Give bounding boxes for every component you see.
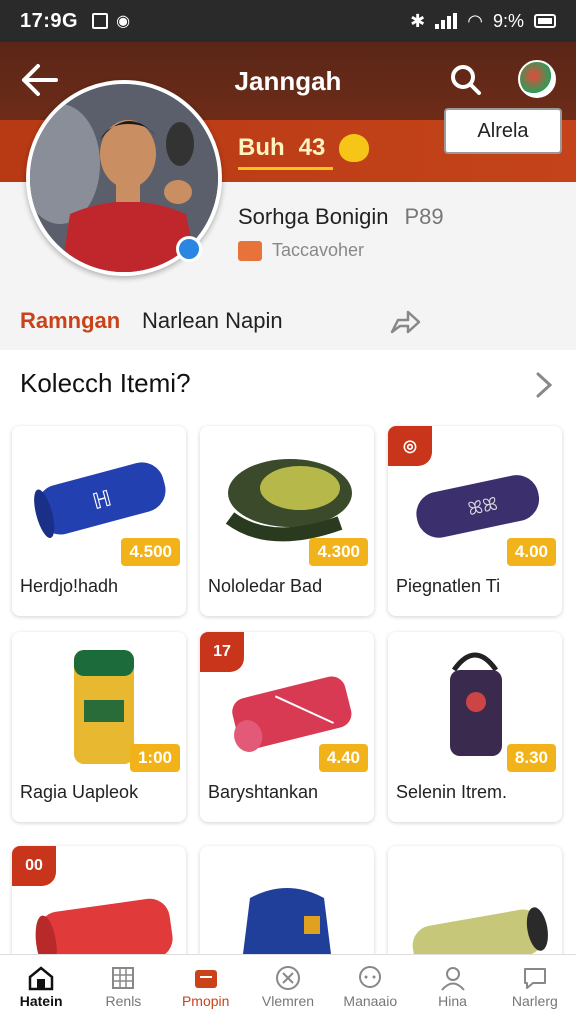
message-icon (523, 968, 546, 989)
notification-icon (92, 13, 109, 29)
nav-item-shop[interactable]: Pmopin (165, 955, 247, 1024)
item-price: 1:00 (129, 744, 180, 772)
share-icon[interactable] (388, 304, 422, 338)
compass-icon (275, 966, 300, 990)
avatar-icon[interactable] (518, 60, 556, 98)
wifi-icon: ◠ (467, 10, 483, 31)
item-price: 4.500 (121, 538, 180, 566)
item-name: Ragia Uapleok (20, 782, 139, 802)
nav-item-home[interactable]: Hatein (0, 955, 82, 1024)
battery-icon (534, 14, 556, 28)
signal-icon (435, 13, 458, 29)
item-card[interactable]: 8.30 Selenin Itrem. (388, 632, 562, 822)
item-name: Piegnatlen Ti (396, 576, 501, 596)
coin-counter: Buh 43 (238, 134, 370, 170)
chevron-right-icon[interactable] (534, 370, 554, 400)
verified-icon (176, 236, 202, 262)
grid-icon (112, 967, 135, 989)
item-name: Baryshtankan (208, 782, 319, 802)
follow-button[interactable]: Alrela (444, 108, 562, 154)
nav-label: Hatein (19, 993, 63, 1009)
app-screen: 17:9G ◉ ✱ ◠ 9:% Janngah Buh 43 Sorhga Bo… (0, 0, 576, 1024)
item-card[interactable]: 1:00 Ragia Uapleok (12, 632, 186, 822)
nav-label: Hina (438, 993, 467, 1009)
nav-item-compass[interactable]: Vlemren (247, 955, 329, 1024)
item-card[interactable]: 4.300 Nololedar Bad (200, 426, 374, 616)
nav-label: Manaaio (343, 993, 398, 1009)
nav-label: Vlemren (261, 993, 315, 1009)
nav-label: Narlerg (511, 993, 558, 1009)
section-title: Kolecch Itemi? (20, 368, 191, 398)
nav-item-user[interactable]: Hina (411, 955, 493, 1024)
box-icon (238, 240, 262, 261)
coin-label: Buh (238, 134, 285, 161)
status-bar: 17:9G ◉ ✱ ◠ 9:% (0, 0, 576, 42)
user-icon (440, 967, 465, 991)
chat-icon (359, 966, 382, 988)
bottom-nav: Hatein Renls Pmopin Vlemren Manaaio Hina… (0, 954, 576, 1024)
shop-icon (194, 970, 217, 988)
item-price: 8.30 (506, 744, 556, 772)
nav-item-chat[interactable]: Manaaio (329, 955, 411, 1024)
heart-icon[interactable] (339, 134, 370, 162)
item-card[interactable]: ℍ 4.500 Herdjo!hadh (12, 426, 186, 616)
item-card[interactable]: ◎ ꕤꕤ 4.00 Piegnatlen Ti (388, 426, 562, 616)
item-price: 4.40 (318, 744, 368, 772)
tab-active[interactable]: Ramngan (20, 308, 120, 334)
profile-name: Sorhga Bonigin (238, 204, 389, 229)
status-time: 17:9G (20, 9, 79, 32)
item-name: Nololedar Bad (208, 576, 323, 596)
nav-item-messages[interactable]: Narlerg (494, 955, 576, 1024)
search-icon[interactable] (450, 64, 482, 96)
battery-text: 9:% (492, 10, 524, 31)
collection-section: Kolecch Itemi? ℍ 4.500 Herdjo!hadh 4.300… (0, 350, 576, 1024)
coin-count: 43 (298, 134, 326, 161)
bluetooth-icon: ✱ (410, 10, 426, 31)
profile-number: P89 (404, 204, 444, 229)
item-price: 4.300 (309, 538, 368, 566)
profile-meta: Taccavoher (272, 240, 365, 260)
item-name: Selenin Itrem. (396, 782, 508, 802)
nav-item-grid[interactable]: Renls (82, 955, 164, 1024)
item-name: Herdjo!hadh (20, 576, 119, 596)
profile-tabs: Ramngan Narlean Napin (0, 290, 576, 348)
item-price: 4.00 (506, 538, 556, 566)
app-icon: ◉ (116, 13, 131, 30)
nav-label: Pmopin (181, 993, 230, 1009)
home-icon (28, 966, 54, 991)
nav-label: Renls (105, 993, 142, 1009)
item-card[interactable]: 17 4.40 Baryshtankan (200, 632, 374, 822)
tab-other[interactable]: Narlean Napin (142, 308, 283, 334)
